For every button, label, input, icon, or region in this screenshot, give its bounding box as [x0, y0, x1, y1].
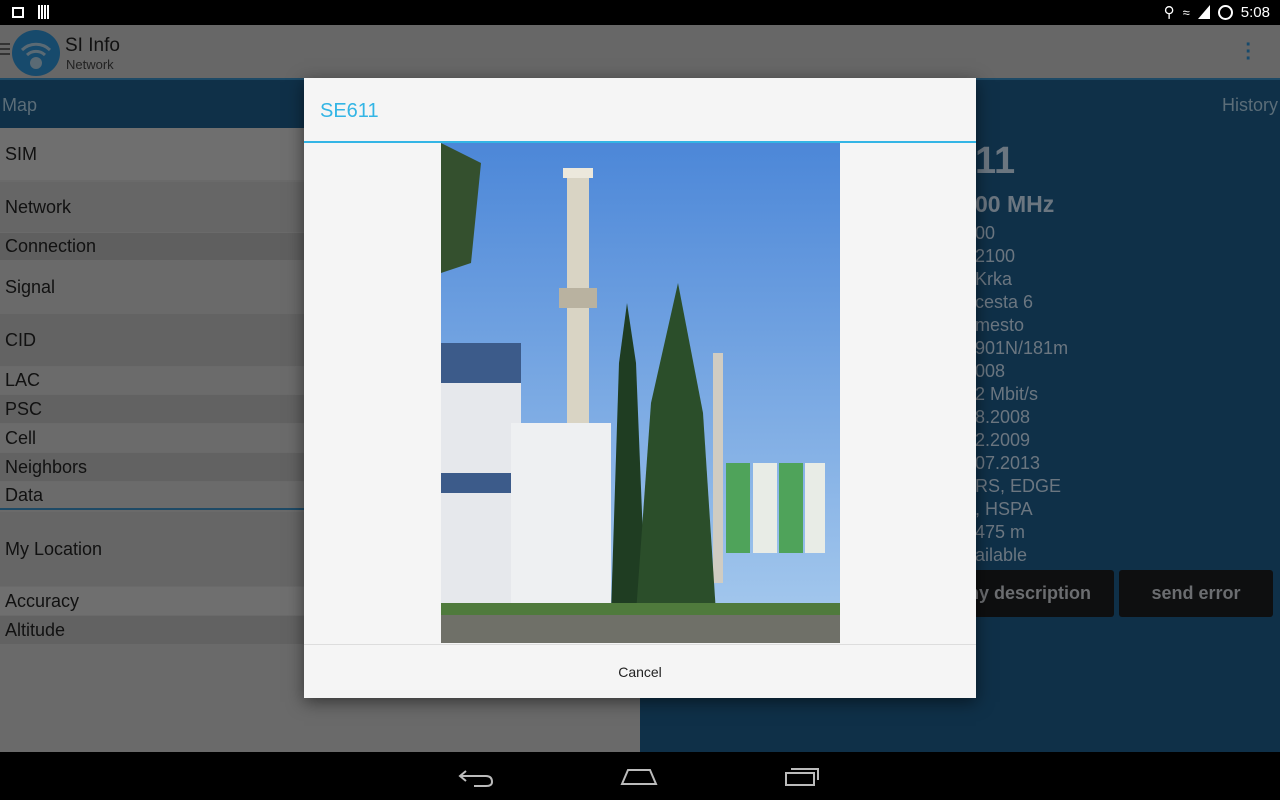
cancel-button[interactable]: Cancel: [304, 645, 976, 698]
drawer-icon[interactable]: [0, 43, 10, 55]
app-subtitle: Network: [66, 57, 114, 72]
navigation-bar: [0, 752, 1280, 800]
recents-icon[interactable]: [784, 767, 820, 787]
cell-detail-value: , HSPA: [975, 499, 1033, 519]
tab-history[interactable]: History: [1222, 95, 1278, 116]
app-logo-icon[interactable]: [12, 30, 60, 76]
cell-detail-value: 901N/181m: [975, 338, 1069, 358]
cell-frequency: 00 MHz: [975, 191, 1055, 217]
back-icon[interactable]: [458, 766, 494, 788]
sync-icon: [1217, 4, 1233, 20]
app-title: SI Info: [65, 35, 120, 56]
status-bar: ⚲ ≈ 5:08: [0, 0, 1280, 25]
cell-detail-value: 2 Mbit/s: [975, 384, 1039, 404]
cell-detail-value: Krka: [975, 269, 1013, 289]
cell-detail-value: 475 m: [975, 522, 1026, 542]
send-error-button[interactable]: send error: [1119, 570, 1273, 617]
signal-icon: [1197, 5, 1210, 19]
cell-detail-value: cesta 6: [975, 292, 1034, 312]
cell-heading: 11: [975, 140, 1016, 182]
cell-detail-value: RS, EDGE: [975, 476, 1062, 496]
cell-detail-value: ailable: [975, 545, 1028, 565]
cell-tower-photo: [441, 143, 840, 643]
cell-detail-value: mesto: [975, 315, 1025, 335]
cell-detail-value: 2.2009: [975, 430, 1031, 450]
cell-detail-value: 00: [975, 223, 996, 243]
photo-dialog: SE611 Cancel: [304, 78, 976, 698]
location-icon: ⚲: [1163, 4, 1175, 21]
app-bar: SI Info Network · · ·: [0, 25, 1280, 80]
cell-detail-value: 008: [975, 361, 1006, 381]
tab-map[interactable]: Map: [2, 95, 37, 116]
image-icon: [12, 7, 24, 18]
barcode-icon: [38, 5, 49, 19]
cell-detail-value: 8.2008: [975, 407, 1031, 427]
clock: 5:08: [1240, 3, 1270, 21]
overflow-menu-icon[interactable]: · · ·: [1245, 35, 1252, 69]
dialog-title: SE611: [320, 100, 379, 122]
cell-detail-value: 2100: [975, 246, 1016, 266]
home-icon[interactable]: [620, 768, 658, 786]
cell-detail-value: 07.2013: [975, 453, 1041, 473]
wifi-icon: ≈: [1182, 4, 1190, 20]
